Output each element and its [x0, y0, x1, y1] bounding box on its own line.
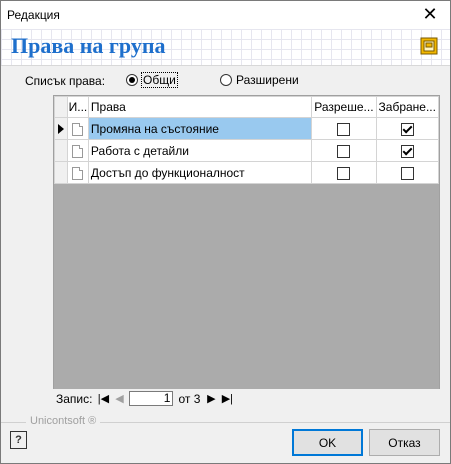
radio-extended-dot[interactable] [220, 74, 232, 86]
page-title: Права на група [11, 33, 166, 58]
table-row[interactable]: Работа с детайли [54, 139, 439, 162]
allow-checkbox[interactable] [337, 144, 351, 158]
radio-general-dot[interactable] [126, 74, 138, 86]
radio-extended[interactable]: Разширени [220, 72, 299, 88]
allow-checkbox[interactable] [337, 122, 351, 136]
deny-checkbox[interactable] [400, 166, 414, 180]
previous-record-icon[interactable]: ◀ [111, 391, 127, 407]
list-type-label: Списък права: [25, 74, 106, 88]
radio-extended-label: Разширени [236, 73, 299, 87]
allow-checkbox[interactable] [337, 166, 351, 180]
current-row-arrow-icon [57, 124, 64, 135]
radio-general-label: Общи [141, 72, 178, 88]
right-name[interactable]: Работа с детайли [87, 139, 313, 162]
record-number-input[interactable]: 1 [129, 391, 174, 406]
table-row[interactable]: Достъп до функционалност [54, 161, 439, 184]
record-navigator: Запис: |◀ ◀ 1 от 3 ▶ ▶| [53, 389, 440, 408]
help-icon[interactable]: ? [10, 431, 27, 449]
column-header-deny[interactable]: Забране... [375, 96, 439, 118]
title-bar: Редакция ✕ [1, 1, 450, 29]
table-row[interactable]: Промяна на състояние [54, 117, 439, 140]
right-name[interactable]: Достъп до функционалност [87, 161, 313, 184]
window-title: Редакция [7, 8, 60, 22]
dialog-window: Редакция ✕ Права на група Списък права: … [0, 0, 451, 464]
rights-table: И... Права Разреше... Забране... Промяна… [54, 96, 439, 184]
radio-general[interactable]: Общи [126, 72, 178, 88]
header-banner: Права на група [1, 29, 450, 66]
help-glyph: ? [15, 434, 22, 446]
rights-grid[interactable]: И... Права Разреше... Забране... Промяна… [53, 95, 440, 408]
next-record-icon[interactable]: ▶ [203, 391, 219, 407]
table-header-row: И... Права Разреше... Забране... [54, 96, 439, 118]
document-icon [72, 166, 84, 180]
brand-label: Unicontsoft ® [26, 415, 101, 427]
ok-button[interactable]: OK [292, 429, 363, 456]
record-count: от 3 [178, 391, 201, 406]
right-name[interactable]: Промяна на състояние [87, 117, 313, 140]
close-icon[interactable]: ✕ [410, 1, 450, 29]
row-selector-header [54, 96, 68, 118]
current-row-marker [54, 117, 68, 140]
deny-checkbox[interactable] [400, 122, 414, 136]
document-frame-icon [420, 37, 438, 55]
last-record-icon[interactable]: ▶| [219, 391, 235, 407]
document-icon [72, 144, 84, 158]
first-record-icon[interactable]: |◀ [95, 391, 111, 407]
column-header-name[interactable]: Права [87, 96, 313, 118]
column-header-icon[interactable]: И... [66, 96, 89, 118]
deny-checkbox[interactable] [400, 144, 414, 158]
column-header-allow[interactable]: Разреше... [311, 96, 377, 118]
cancel-button[interactable]: Отказ [369, 429, 440, 456]
document-icon [72, 122, 84, 136]
record-label: Запис: [56, 391, 93, 406]
